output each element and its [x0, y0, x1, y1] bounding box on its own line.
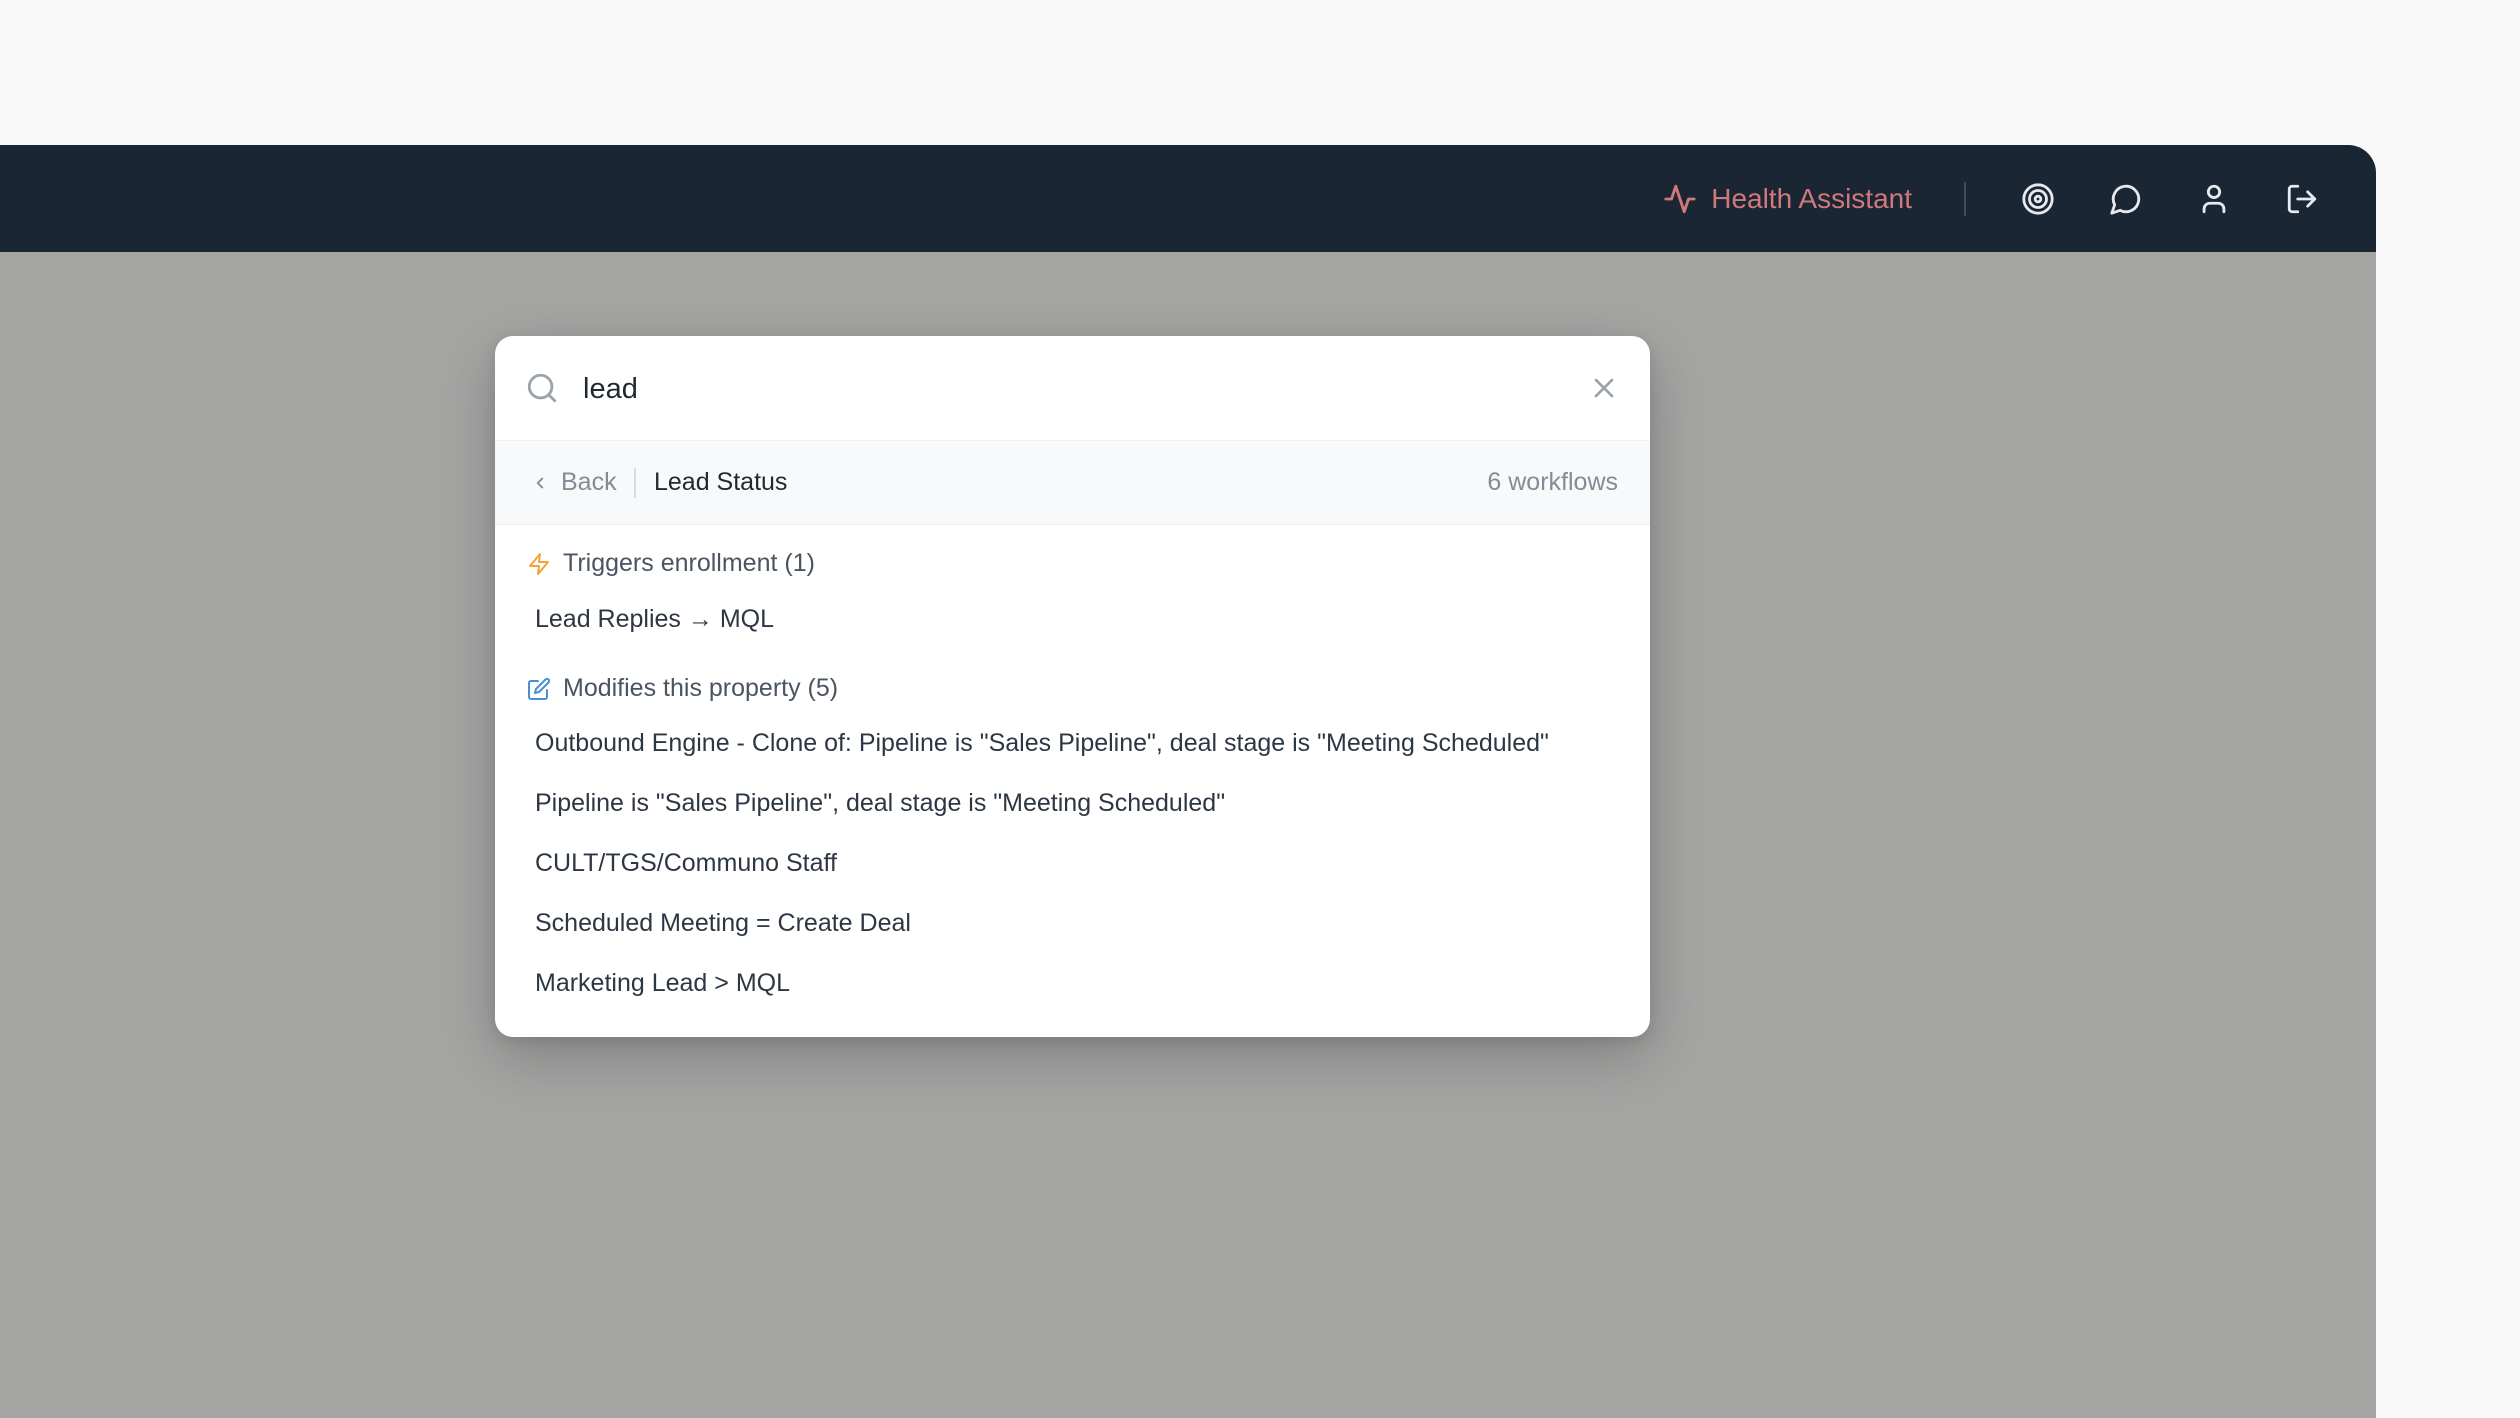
top-navbar: Health Assistant: [0, 145, 2376, 252]
health-assistant-label: Health Assistant: [1711, 182, 1912, 214]
triggers-section-label: Triggers enrollment (1): [563, 549, 815, 577]
chevron-left-icon: [536, 477, 544, 488]
topbar-actions: Health Assistant: [1663, 145, 2346, 252]
health-assistant-button[interactable]: Health Assistant: [1663, 182, 1912, 216]
user-icon: [2202, 184, 2226, 213]
triggers-section-header: Triggers enrollment (1): [527, 549, 815, 578]
workflow-item[interactable]: CULT/TGS/Communo Staff: [535, 849, 837, 878]
chat-icon: [2110, 184, 2141, 215]
target-icon: [2022, 182, 2054, 215]
workflow-item[interactable]: Lead Replies → MQL: [535, 605, 774, 634]
modifies-section-header: Modifies this property (5): [527, 674, 838, 703]
results-subheader: Back Lead Status 6 workflows: [495, 441, 1650, 525]
workflow-item[interactable]: Pipeline is "Sales Pipeline", deal stage…: [535, 789, 1225, 818]
search-input[interactable]: [581, 366, 1485, 412]
workflow-item[interactable]: Outbound Engine - Clone of: Pipeline is …: [535, 729, 1549, 758]
workflow-count: 6 workflows: [1487, 468, 1618, 496]
logout-button[interactable]: [2258, 169, 2346, 229]
workflow-item[interactable]: Marketing Lead > MQL: [535, 969, 790, 998]
property-title: Lead Status: [654, 468, 788, 496]
topbar-divider: [1964, 181, 1966, 216]
logout-icon: [2287, 184, 2317, 213]
subheader-divider: [634, 468, 636, 498]
edit-icon: [528, 677, 551, 700]
modifies-section-label: Modifies this property (5): [563, 674, 839, 702]
search-modal: Back Lead Status 6 workflows Triggers en…: [495, 336, 1650, 1037]
activity-icon: [1664, 184, 1696, 213]
workflow-item[interactable]: Scheduled Meeting = Create Deal: [535, 909, 911, 938]
search-icon: [527, 373, 557, 403]
close-icon[interactable]: [1588, 372, 1620, 404]
lightning-icon: [529, 552, 549, 575]
back-button[interactable]: Back: [531, 468, 617, 497]
search-row: [495, 336, 1650, 441]
target-button[interactable]: [1994, 169, 2082, 229]
profile-button[interactable]: [2170, 169, 2258, 229]
chat-button[interactable]: [2082, 169, 2170, 229]
back-label: Back: [561, 468, 617, 496]
